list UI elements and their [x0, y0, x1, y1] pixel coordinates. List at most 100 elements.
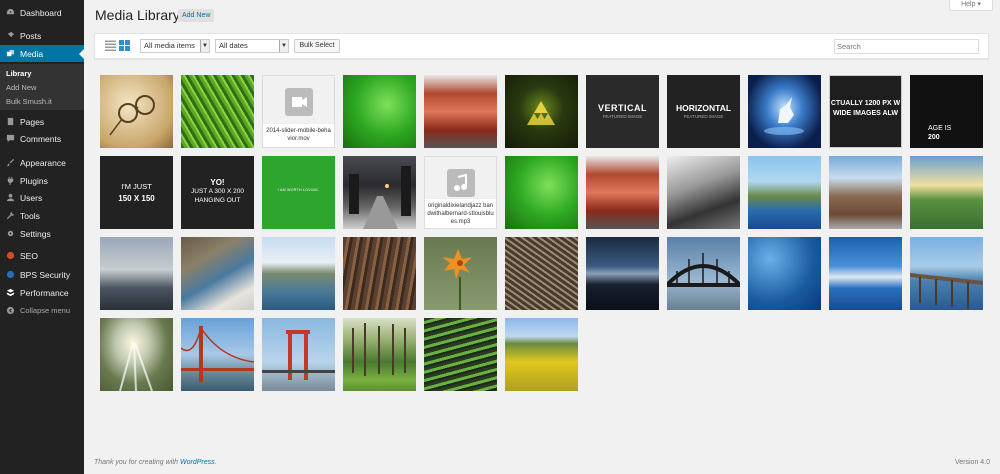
tile-title: I AM WORTH LOVING. [277, 188, 320, 192]
sidebar-item-tools[interactable]: Tools [0, 207, 84, 224]
sidebar-item-label: Comments [20, 133, 62, 144]
media-tile-150[interactable]: I'M JUST 150 X 150 [100, 156, 173, 229]
sidebar-item-label: Users [20, 192, 43, 203]
wrench-icon [5, 211, 15, 221]
search-input[interactable] [834, 39, 979, 54]
sidebar-item-label: Collapse menu [20, 306, 71, 315]
media-tile-seedlings[interactable] [424, 318, 497, 391]
footer-credit: Thank you for creating with WordPress. [94, 459, 217, 466]
media-tile-pier[interactable] [910, 237, 983, 310]
footer-thanks: Thank you for creating with [94, 459, 179, 466]
sidebar-item-users[interactable]: Users [0, 189, 84, 206]
glasses-image [109, 95, 155, 136]
sidebar-item-appearance[interactable]: Appearance [0, 154, 84, 171]
sidebar-item-bps-security[interactable]: BPS Security [0, 266, 84, 283]
media-tile-image-is[interactable]: AGE IS 200 [910, 75, 983, 148]
media-grid: 2014-slider-mobile-behavior.mov VERTICAL… [100, 75, 995, 395]
media-tile-fern[interactable] [181, 75, 254, 148]
sidebar-item-label: BPS Security [20, 269, 71, 280]
media-tile-sunset-hill[interactable] [910, 156, 983, 229]
submenu-library[interactable]: Library [6, 69, 31, 78]
date-filter[interactable]: All dates ▼ [215, 39, 289, 53]
sidebar-item-dashboard[interactable]: Dashboard [0, 4, 84, 21]
media-type-filter[interactable]: All media items ▼ [140, 39, 210, 53]
sidebar-item-plugins[interactable]: Plugins [0, 172, 84, 189]
tile-title: VERTICAL [598, 103, 647, 113]
date-filter-value: All dates [219, 41, 248, 50]
chevron-down-icon: ▼ [200, 40, 209, 52]
media-type-value: All media items [144, 41, 195, 50]
list-view-icon[interactable] [105, 40, 116, 51]
media-tile-crayfish-2[interactable] [586, 156, 659, 229]
media-tile-horizontal[interactable]: HORIZONTAL FEATURED IMAGE [667, 75, 740, 148]
media-tile-wheel[interactable] [505, 237, 578, 310]
media-tile-water-drops[interactable] [748, 237, 821, 310]
sidebar-item-pages[interactable]: Pages [0, 113, 84, 130]
media-tile-red-tower[interactable] [262, 318, 335, 391]
media-tile-sun-trees[interactable] [100, 318, 173, 391]
grid-view-icon[interactable] [119, 40, 130, 51]
media-tile-green-leaf-2[interactable] [505, 156, 578, 229]
tower-image [262, 330, 335, 380]
sidebar-item-label: Appearance [20, 157, 66, 168]
sidebar-item-comments[interactable]: Comments [0, 130, 84, 147]
media-tile-rocks[interactable] [829, 156, 902, 229]
media-tile-triforce[interactable] [505, 75, 578, 148]
media-tile-misty-lake[interactable] [100, 237, 173, 310]
media-tile-300x200[interactable]: YO! JUST A 300 X 200 HANGING OUT [181, 156, 254, 229]
tile-subtitle: 150 X 150 [118, 194, 155, 203]
media-tile-bw-surface[interactable] [667, 156, 740, 229]
media-tile-harbour-bridge[interactable] [667, 237, 740, 310]
media-tile-rail-tracks[interactable] [343, 237, 416, 310]
media-tile-glasses[interactable] [100, 75, 173, 148]
media-tile-unicorn[interactable] [748, 75, 821, 148]
media-tile-forest[interactable] [343, 318, 416, 391]
unicorn-image [764, 97, 804, 135]
admin-sidebar: Dashboard Posts Media Library Add New Bu… [0, 0, 84, 474]
wordpress-link[interactable]: WordPress [180, 459, 215, 466]
tile-subtitle: FEATURED IMAGE [683, 114, 724, 119]
media-tile-street[interactable] [343, 156, 416, 229]
sidebar-item-settings[interactable]: Settings [0, 225, 84, 242]
help-tab[interactable]: Help ▾ [949, 0, 993, 11]
tile-title: CTUALLY 1200 PX W [830, 100, 901, 107]
media-tile-coast[interactable] [748, 156, 821, 229]
sidebar-item-label: SEO [20, 250, 38, 261]
settings-icon [5, 229, 15, 239]
sidebar-item-label: Tools [20, 210, 40, 221]
media-tile-vertical[interactable]: VERTICAL FEATURED IMAGE [586, 75, 659, 148]
sidebar-item-label: Dashboard [20, 7, 62, 18]
chevron-down-icon: ▼ [279, 40, 288, 52]
media-tile-crayfish[interactable] [424, 75, 497, 148]
tile-subtitle: JUST A 300 X 200 [191, 188, 244, 195]
sidebar-item-label: Performance [20, 287, 69, 298]
sidebar-item-seo[interactable]: SEO [0, 247, 84, 264]
add-new-button[interactable]: Add New [178, 9, 215, 22]
footer-version: Version 4.0 [955, 459, 991, 466]
shield-icon [5, 270, 15, 280]
media-tile-green-leaf[interactable] [343, 75, 416, 148]
tile-title: HORIZONTAL [675, 103, 732, 113]
media-tile-dusk-sea[interactable] [586, 237, 659, 310]
tile-title: AGE IS [928, 125, 952, 132]
sidebar-item-media[interactable]: Media [0, 45, 84, 62]
media-tile-bay[interactable] [262, 237, 335, 310]
media-tile-lily[interactable] [424, 237, 497, 310]
bulk-select-button[interactable]: Bulk Select [294, 39, 340, 53]
media-tile-1200px[interactable]: CTUALLY 1200 PX W WIDE IMAGES ALW [829, 75, 902, 148]
media-tile-video-file[interactable]: 2014-slider-mobile-behavior.mov [262, 75, 335, 148]
tile-subtitle: WIDE IMAGES ALW [832, 110, 899, 117]
submenu-add-new[interactable]: Add New [6, 83, 36, 92]
sidebar-item-performance[interactable]: Performance [0, 284, 84, 301]
media-tile-yellow-field[interactable] [505, 318, 578, 391]
submenu-bulk-smush[interactable]: Bulk Smush.it [6, 97, 52, 106]
sidebar-item-label: Plugins [20, 175, 48, 186]
media-tile-worth-loving[interactable]: I AM WORTH LOVING. [262, 156, 335, 229]
media-tile-golden-gate[interactable] [181, 318, 254, 391]
collapse-menu-button[interactable]: Collapse menu [0, 302, 84, 319]
sidebar-item-posts[interactable]: Posts [0, 27, 84, 44]
file-name: originaldixielandjazz bandwithalbernard-… [425, 198, 496, 228]
media-tile-audio-file[interactable]: originaldixielandjazz bandwithalbernard-… [424, 156, 497, 229]
media-tile-waterfall-beach[interactable] [181, 237, 254, 310]
media-tile-marina[interactable] [829, 237, 902, 310]
